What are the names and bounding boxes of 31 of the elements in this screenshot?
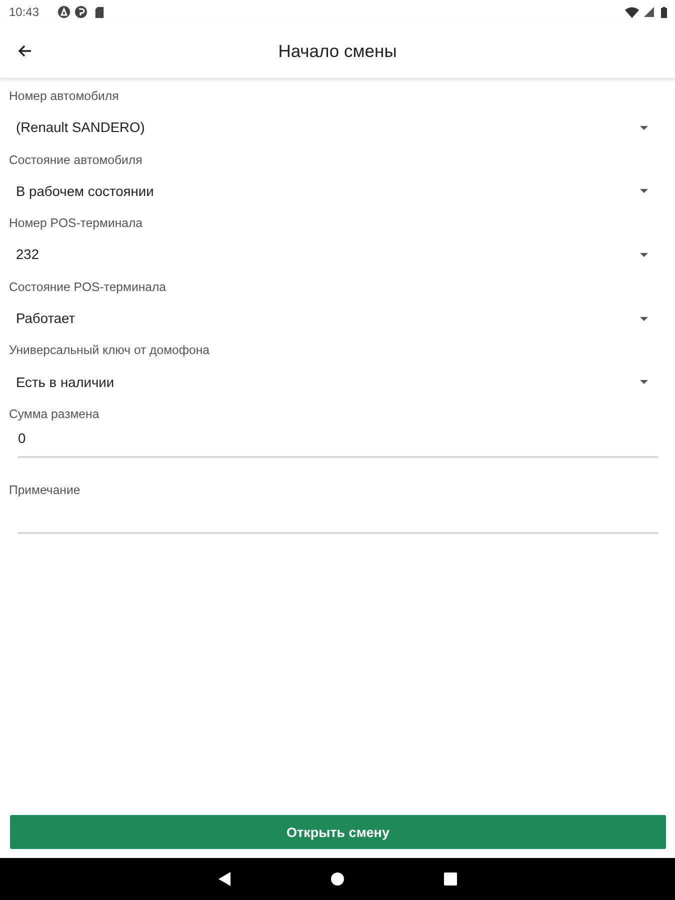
status-time: 10:43 (9, 5, 40, 19)
field-label: Состояние автомобиля (8, 152, 142, 168)
caret-icon (640, 252, 648, 257)
back-icon[interactable] (218, 872, 231, 886)
field-label: Сумма размена (8, 406, 100, 422)
sd-card-icon (95, 6, 104, 18)
back-arrow-icon[interactable] (18, 45, 32, 57)
input-field[interactable]: 0 (18, 422, 658, 458)
caret-icon (640, 380, 648, 384)
home-icon[interactable] (331, 872, 344, 886)
field-label: Номер автомобиля (8, 88, 119, 104)
signal-icon (644, 7, 654, 17)
field-label: Состояние POS-терминала (8, 278, 166, 295)
recents-icon[interactable] (444, 872, 457, 886)
dropdown-field[interactable]: Работает (0, 294, 675, 342)
dropdown-field[interactable]: (Renault SANDERO) (0, 104, 675, 152)
app-notification-icon (58, 6, 70, 18)
screen-title: Начало смены (278, 40, 397, 62)
field-label: Примечание (8, 482, 80, 498)
caret-icon (640, 126, 648, 130)
field-label: Номер POS-терминала (8, 215, 142, 232)
dropdown-field[interactable]: Есть в наличии (0, 358, 675, 406)
caret-icon (640, 316, 648, 321)
dropdown-field[interactable]: 232 (0, 231, 675, 279)
caret-icon (640, 189, 648, 194)
open-shift-button[interactable]: Открыть смену (10, 815, 666, 849)
field-label: Универсальный ключ от домофона (8, 342, 210, 358)
app-notification-icon (75, 6, 88, 18)
battery-icon (661, 6, 667, 18)
dropdown-field[interactable]: В рабочем состоянии (0, 168, 675, 216)
wifi-icon (625, 6, 639, 18)
